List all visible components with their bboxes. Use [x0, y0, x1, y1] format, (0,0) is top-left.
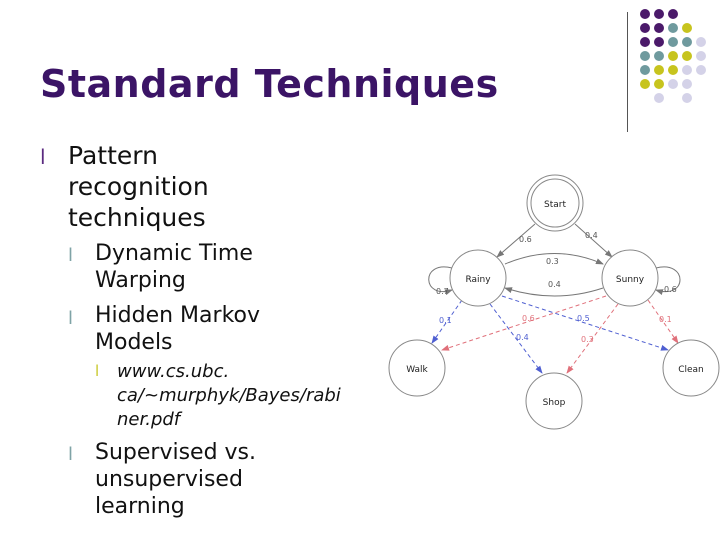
edge-label-sunny-shop: 0.3 [581, 335, 594, 344]
hmm-diagram: Start Rainy Sunny Walk Shop Clean 0.6 0.… [388, 174, 720, 430]
edge-label-sunny-self: 0.6 [664, 285, 677, 294]
edge-label-rainy-sunny: 0.3 [546, 257, 559, 266]
node-walk: Walk [388, 339, 446, 397]
edge-label-sunny-walk: 0.6 [522, 314, 535, 323]
node-clean-label: Clean [678, 365, 704, 375]
node-shop: Shop [525, 372, 583, 430]
edge-label-sunny-rainy: 0.4 [548, 280, 561, 289]
node-rainy-label: Rainy [465, 275, 491, 285]
node-start: Start [526, 174, 584, 232]
node-shop-label: Shop [543, 398, 566, 408]
node-walk-label: Walk [406, 365, 428, 375]
edge-label-start-sunny: 0.4 [585, 231, 598, 240]
edge-start-sunny [574, 223, 613, 258]
edge-label-start-rainy: 0.6 [519, 235, 532, 244]
edge-label-rainy-shop: 0.4 [516, 333, 529, 342]
edge-sunny-rainy [504, 287, 604, 297]
node-start-label: Start [544, 200, 566, 210]
edge-label-rainy-clean: 0.5 [577, 314, 590, 323]
node-clean: Clean [662, 339, 720, 397]
edge-label-rainy-walk: 0.1 [439, 316, 452, 325]
edge-label-rainy-self: 0.7 [436, 287, 449, 296]
node-sunny-label: Sunny [616, 275, 645, 285]
edge-label-sunny-clean: 0.1 [659, 315, 672, 324]
node-rainy: Rainy [449, 249, 507, 307]
node-sunny: Sunny [601, 249, 659, 307]
